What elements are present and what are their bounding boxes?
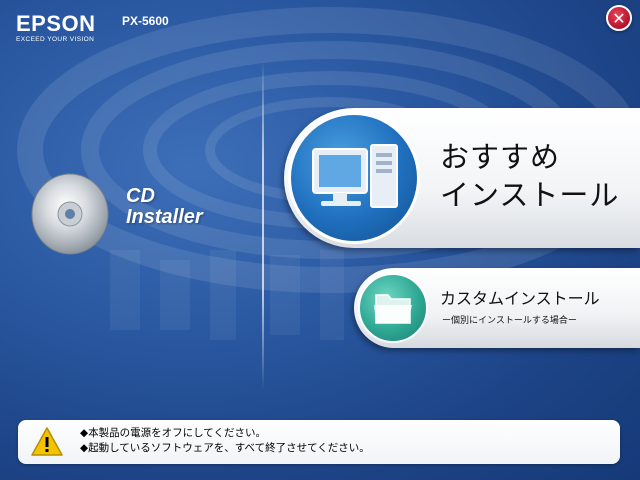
divider	[262, 60, 264, 390]
recommended-install-label: おすすめ インストール	[440, 140, 620, 212]
warning-icon	[31, 427, 63, 456]
epson-logo: EPSON EXCEED YOUR VISION	[16, 12, 96, 44]
close-button[interactable]: ✕	[606, 5, 632, 31]
custom-install-label: カスタムインストール	[440, 289, 600, 308]
recommended-install-icon-circle	[288, 112, 420, 244]
model-name: PX-5600	[122, 14, 169, 28]
custom-install-sublabel: ー個別にインストールする場合ー	[442, 316, 577, 326]
notice-line-power-off: ◆本製品の電源をオフにしてください。	[80, 427, 266, 439]
computer-icon	[312, 144, 398, 208]
custom-install-icon-circle	[358, 273, 428, 343]
folder-icon	[374, 294, 412, 324]
notice-line-close-software: ◆起動しているソフトウェアを、すべて終了させてください。	[80, 442, 370, 454]
cd-title-line1: CD	[126, 185, 155, 207]
cd-disc-icon	[31, 173, 109, 255]
notice-text: ◆本製品の電源をオフにしてください。 ◆起動しているソフトウェアを、すべて終了さ…	[80, 426, 370, 456]
recommended-install-button[interactable]: おすすめ インストール	[284, 108, 640, 248]
cd-title-line2: Installer	[126, 206, 203, 228]
brand-name: EPSON	[16, 11, 96, 36]
brand-tagline: EXCEED YOUR VISION	[16, 36, 95, 43]
cd-installer-title: CD Installer	[126, 186, 203, 228]
custom-install-button[interactable]: カスタムインストール ー個別にインストールする場合ー	[354, 268, 640, 348]
close-icon: ✕	[612, 8, 626, 28]
notice-panel: ◆本製品の電源をオフにしてください。 ◆起動しているソフトウェアを、すべて終了さ…	[18, 420, 620, 464]
